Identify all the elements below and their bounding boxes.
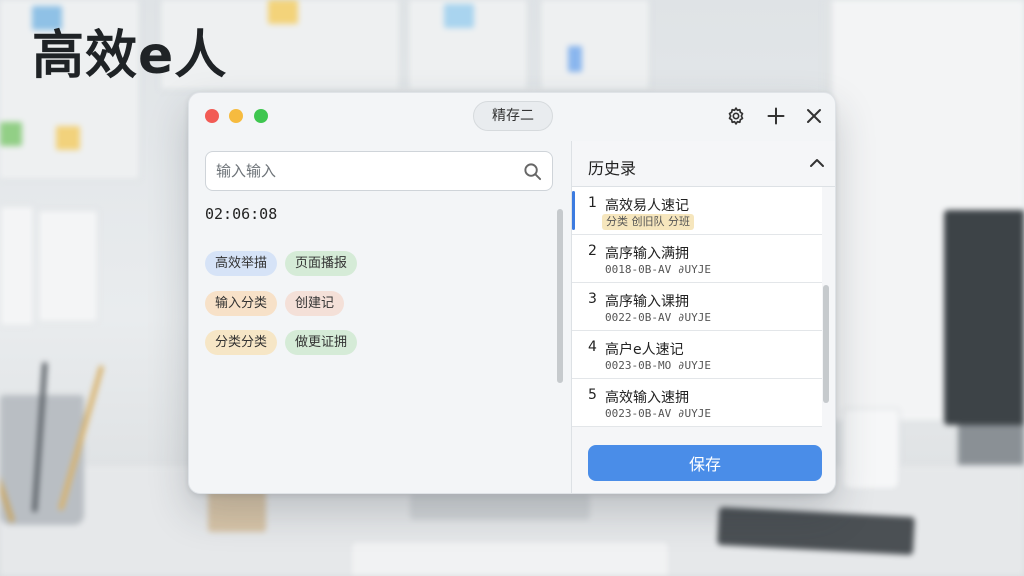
search-box [205,151,553,191]
gear-icon[interactable] [725,105,747,127]
history-panel: 历史录 1 高效易人速记 分类 创旧队 分班 2 高序输入满拥 0018-0B-… [571,141,835,493]
search-icon[interactable] [523,162,542,185]
background-board [540,0,650,90]
background-monitor-stand [958,425,1024,465]
minimize-window-button[interactable] [229,109,243,123]
search-input[interactable] [216,152,516,190]
history-item-title: 高效输入速拥 [605,390,689,406]
history-item-date: 0022-0B-AV ∂UYJE [605,311,711,324]
editor-scrollbar[interactable] [557,209,563,383]
tag-chip[interactable]: 页面播报 [285,251,358,276]
sticky-note [56,126,80,150]
title-bar: 精存二 [189,93,835,141]
chevron-up-icon[interactable] [809,155,825,175]
history-item[interactable]: 3 高序输入课拥 0022-0B-AV ∂UYJE [572,283,822,331]
sticky-note [0,122,22,146]
history-item-date: 0023-0B-AV ∂UYJE [605,407,711,420]
history-item-title: 高效易人速记 [605,198,689,214]
zoom-window-button[interactable] [254,109,268,123]
window-title[interactable]: 精存二 [473,101,553,131]
history-item[interactable]: 4 高户e人速记 0023-0B-MO ∂UYJE [572,331,822,379]
close-icon[interactable] [803,105,825,127]
background-keyboard [350,540,670,576]
background-stand [410,494,590,520]
history-item[interactable]: 2 高序输入满拥 0018-0B-AV ∂UYJE [572,235,822,283]
tag-chip[interactable]: 做更证拥 [285,330,358,355]
background-cup [842,408,900,490]
tag-chip[interactable]: 高效举描 [205,251,278,276]
tag-row: 分类分类 做更证拥 [205,330,358,355]
history-item-title: 高序输入满拥 [605,246,689,262]
background-monitor [944,210,1024,425]
history-title: 历史录 [588,159,637,178]
tag-chip[interactable]: 分类分类 [205,330,278,355]
history-header: 历史录 [572,141,835,187]
save-button[interactable]: 保存 [588,445,822,481]
background-paper [38,210,98,322]
sticky-note [268,0,298,24]
history-item-date: 0018-0B-AV ∂UYJE [605,263,711,276]
sticky-note [568,46,582,72]
plus-icon[interactable] [765,105,787,127]
app-window: 精存二 02:06:08 [188,92,836,494]
tag-chip[interactable]: 输入分类 [205,291,278,316]
history-item-title: 高户e人速记 [605,342,684,358]
history-item-tags: 分类 创旧队 分班 [602,214,694,230]
history-list: 1 高效易人速记 分类 创旧队 分班 2 高序输入满拥 0018-0B-AV ∂… [572,187,822,431]
editor-pane: 02:06:08 高效举描 页面播报 输入分类 创建记 分类分类 做更证拥 [189,141,571,493]
history-item-number: 3 [588,291,597,307]
tag-chip[interactable]: 创建记 [285,291,345,316]
history-item-number: 4 [588,339,597,355]
tag-row: 输入分类 创建记 [205,291,345,316]
tag-row: 高效举描 页面播报 [205,251,358,276]
history-item-number: 1 [588,195,597,211]
sticky-note [444,4,474,28]
history-scrollbar[interactable] [823,285,829,403]
history-item-number: 5 [588,387,597,403]
history-item[interactable]: 5 高效输入速拥 0023-0B-AV ∂UYJE [572,379,822,427]
history-item-number: 2 [588,243,597,259]
close-window-button[interactable] [205,109,219,123]
history-item[interactable]: 1 高效易人速记 分类 创旧队 分班 [572,187,822,235]
history-item-date: 0023-0B-MO ∂UYJE [605,359,711,372]
timer-display: 02:06:08 [205,205,278,223]
background-paper [0,206,34,326]
history-item-title: 高序输入课拥 [605,294,689,310]
headline: 高效e人 [32,26,228,86]
background-wood-block [208,490,266,532]
